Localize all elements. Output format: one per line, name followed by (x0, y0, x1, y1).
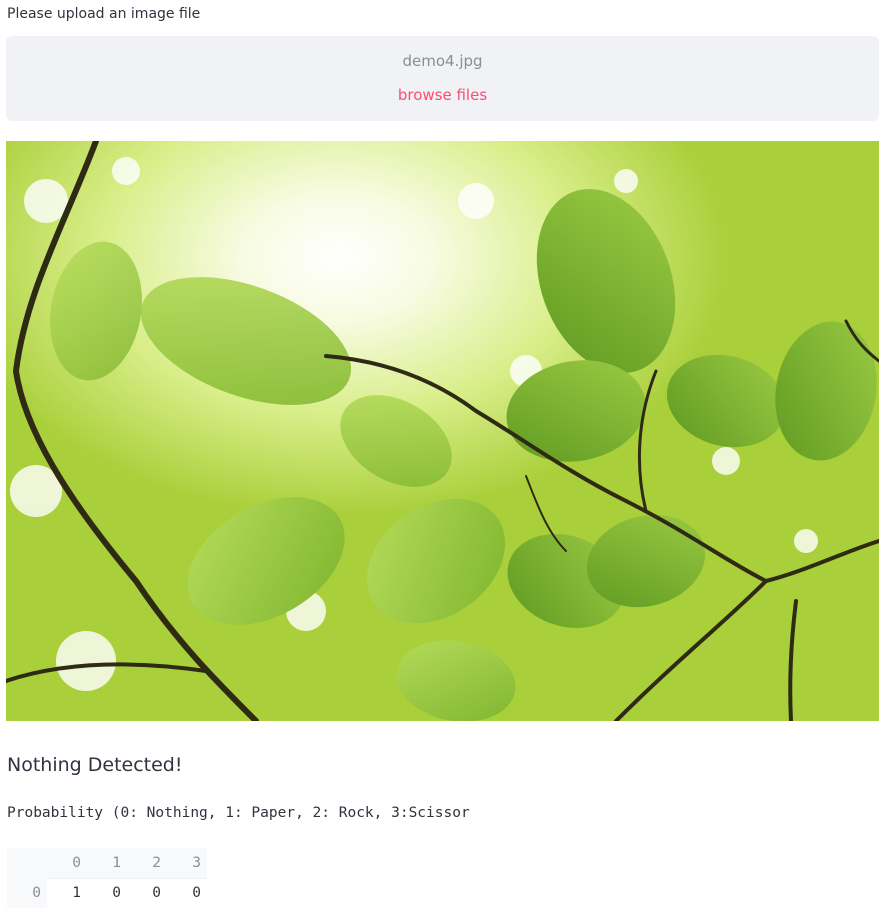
table-row: 0 1 0 0 0 (7, 877, 207, 908)
probability-caption: Probability (0: Nothing, 1: Paper, 2: Ro… (7, 805, 470, 821)
probability-table: 0 1 2 3 0 1 0 0 0 (7, 848, 207, 908)
column-header: 0 (47, 848, 87, 878)
table-cell: 0 (87, 877, 127, 908)
table-cell: 0 (127, 877, 167, 908)
browse-files-button[interactable]: browse files (6, 86, 879, 104)
result-heading: Nothing Detected! (7, 754, 183, 776)
uploaded-filename: demo4.jpg (402, 52, 483, 70)
table-cell: 0 (167, 877, 207, 908)
table-cell: 1 (47, 877, 87, 908)
file-dropzone[interactable]: demo4.jpg browse files (6, 36, 879, 121)
upload-label: Please upload an image file (7, 6, 201, 22)
column-header: 1 (87, 848, 127, 878)
column-header: 3 (167, 848, 207, 878)
column-header: 2 (127, 848, 167, 878)
table-header-row: 0 1 2 3 (7, 848, 207, 878)
leaves-photo (6, 141, 879, 721)
table-corner-cell (7, 848, 47, 878)
app-page: Please upload an image file demo4.jpg br… (0, 0, 893, 918)
row-index: 0 (7, 878, 47, 908)
uploaded-image (6, 141, 879, 721)
